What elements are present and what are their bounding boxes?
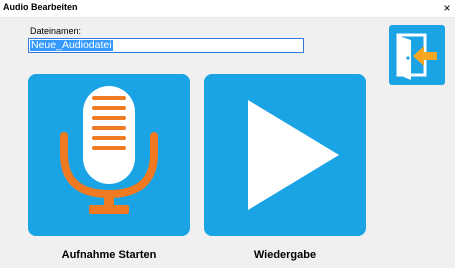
filename-label: Dateinamen: bbox=[30, 26, 82, 36]
window-title: Audio Bearbeiten bbox=[3, 2, 78, 12]
record-button[interactable] bbox=[28, 74, 190, 236]
microphone-icon bbox=[60, 86, 158, 214]
exit-door-icon bbox=[396, 33, 437, 80]
title-bar: Audio Bearbeiten × bbox=[0, 0, 455, 18]
filename-input[interactable] bbox=[28, 38, 304, 53]
record-label: Aufnahme Starten bbox=[61, 249, 157, 261]
play-label: Wiedergabe bbox=[253, 249, 317, 261]
close-button[interactable]: × bbox=[439, 0, 455, 17]
play-button[interactable] bbox=[204, 74, 366, 236]
play-icon bbox=[248, 100, 339, 210]
exit-button[interactable] bbox=[389, 25, 445, 85]
